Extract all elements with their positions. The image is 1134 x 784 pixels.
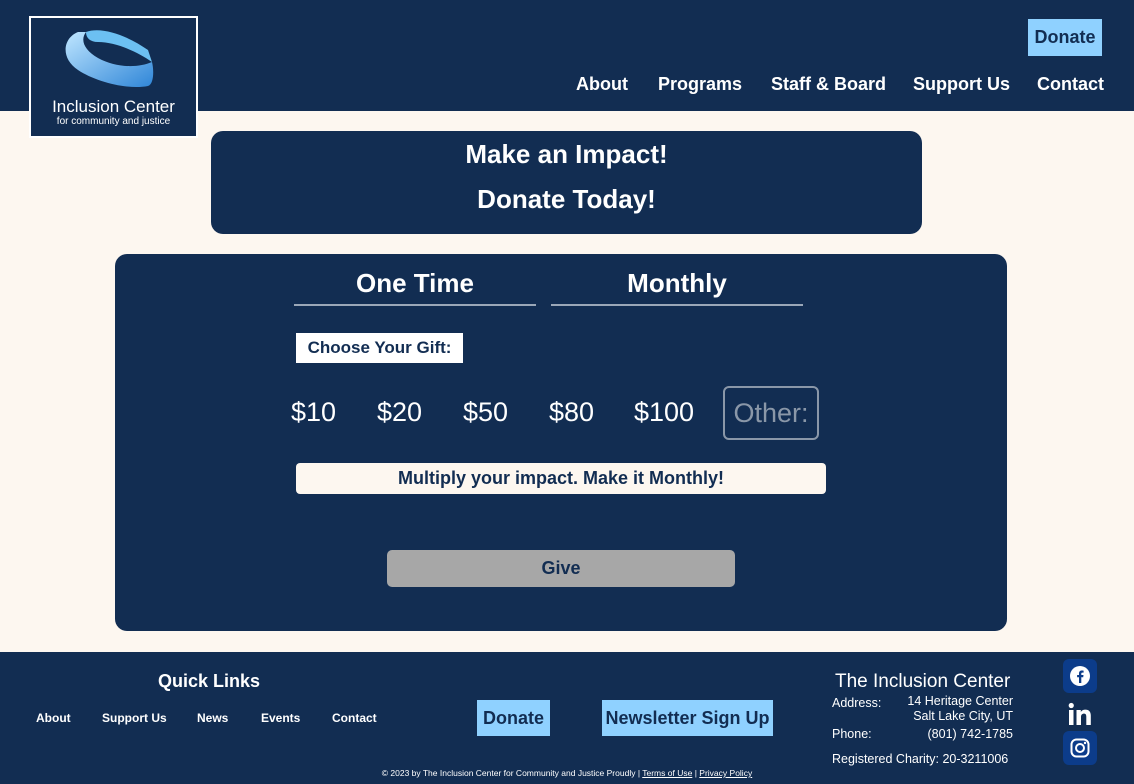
linkedin-icon: [1068, 702, 1091, 725]
choose-gift-label: Choose Your Gift:: [296, 333, 463, 363]
give-button[interactable]: Give: [387, 550, 735, 587]
copyright-bar: © 2023 by The Inclusion Center for Commu…: [0, 768, 1134, 778]
make-monthly-button[interactable]: Multiply your impact. Make it Monthly!: [296, 463, 826, 494]
logo-subtitle: for community and justice: [56, 116, 171, 127]
impact-banner: Make an Impact! Donate Today!: [211, 131, 922, 234]
phone-label: Phone:: [832, 727, 872, 741]
footer-link-events[interactable]: Events: [261, 711, 300, 725]
banner-headline: Make an Impact!: [465, 139, 668, 169]
tab-monthly-underline: [551, 304, 803, 306]
privacy-policy-link[interactable]: Privacy Policy: [699, 768, 752, 778]
newsletter-signup-button[interactable]: Newsletter Sign Up: [602, 700, 773, 736]
address-label: Address:: [832, 696, 882, 710]
header-donate-button[interactable]: Donate: [1028, 19, 1102, 56]
facebook-link[interactable]: [1063, 659, 1097, 693]
tab-one-time-underline: [294, 304, 536, 306]
tab-monthly[interactable]: Monthly: [551, 268, 803, 299]
linkedin-link[interactable]: [1063, 697, 1097, 731]
other-amount-input[interactable]: [723, 386, 819, 440]
mobius-logo-icon: [65, 30, 154, 88]
nav-about[interactable]: About: [576, 74, 628, 95]
terms-of-use-link[interactable]: Terms of Use: [642, 768, 692, 778]
nav-staff-board[interactable]: Staff & Board: [771, 74, 886, 95]
instagram-link[interactable]: [1063, 731, 1097, 765]
nav-contact[interactable]: Contact: [1037, 74, 1104, 95]
logo-title: Inclusion Center: [52, 97, 175, 116]
footer-link-support-us[interactable]: Support Us: [102, 711, 167, 725]
copyright-text: © 2023 by The Inclusion Center for Commu…: [381, 768, 641, 778]
address-line1: 14 Heritage Center: [907, 694, 1013, 708]
banner-subheadline: Donate Today!: [477, 184, 656, 214]
copyright-separator: |: [694, 768, 697, 778]
footer-link-contact[interactable]: Contact: [332, 711, 377, 725]
amount-20-option[interactable]: $20: [377, 397, 422, 428]
quick-links-title: Quick Links: [158, 671, 261, 691]
amount-100-option[interactable]: $100: [634, 397, 694, 428]
amount-50-option[interactable]: $50: [463, 397, 508, 428]
nav-programs[interactable]: Programs: [658, 74, 742, 95]
amount-10-option[interactable]: $10: [291, 397, 336, 428]
phone-number: (801) 742-1785: [927, 727, 1013, 741]
org-name: The Inclusion Center: [835, 671, 1011, 692]
instagram-icon: [1070, 738, 1090, 758]
address-line2: Salt Lake City, UT: [913, 709, 1013, 723]
amount-80-option[interactable]: $80: [549, 397, 594, 428]
facebook-icon: [1070, 666, 1090, 686]
site-logo[interactable]: Inclusion Center for community and justi…: [29, 16, 198, 138]
charity-number: Registered Charity: 20-3211006: [832, 752, 1009, 766]
nav-support-us[interactable]: Support Us: [913, 74, 1010, 95]
footer-link-news[interactable]: News: [197, 711, 228, 725]
footer-donate-button[interactable]: Donate: [477, 700, 550, 736]
tab-one-time[interactable]: One Time: [294, 268, 536, 299]
footer-link-about[interactable]: About: [36, 711, 71, 725]
